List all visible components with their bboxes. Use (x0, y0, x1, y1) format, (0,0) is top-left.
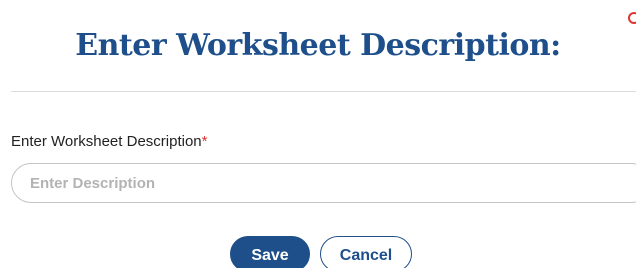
dialog-title: Enter Worksheet Description: (75, 28, 561, 63)
close-icon[interactable] (628, 12, 636, 24)
required-marker: * (201, 133, 208, 150)
description-input-wrapper (11, 163, 636, 203)
header-divider (11, 91, 636, 92)
description-label-text: Enter Worksheet Description (11, 133, 202, 150)
save-button[interactable]: Save (230, 236, 310, 268)
description-field-label: Enter Worksheet Description* (11, 133, 207, 150)
dialog-actions: Save Cancel (0, 236, 636, 268)
cancel-button[interactable]: Cancel (320, 236, 412, 268)
worksheet-description-dialog: Enter Worksheet Description: Enter Works… (0, 0, 636, 268)
description-input[interactable] (11, 163, 636, 203)
